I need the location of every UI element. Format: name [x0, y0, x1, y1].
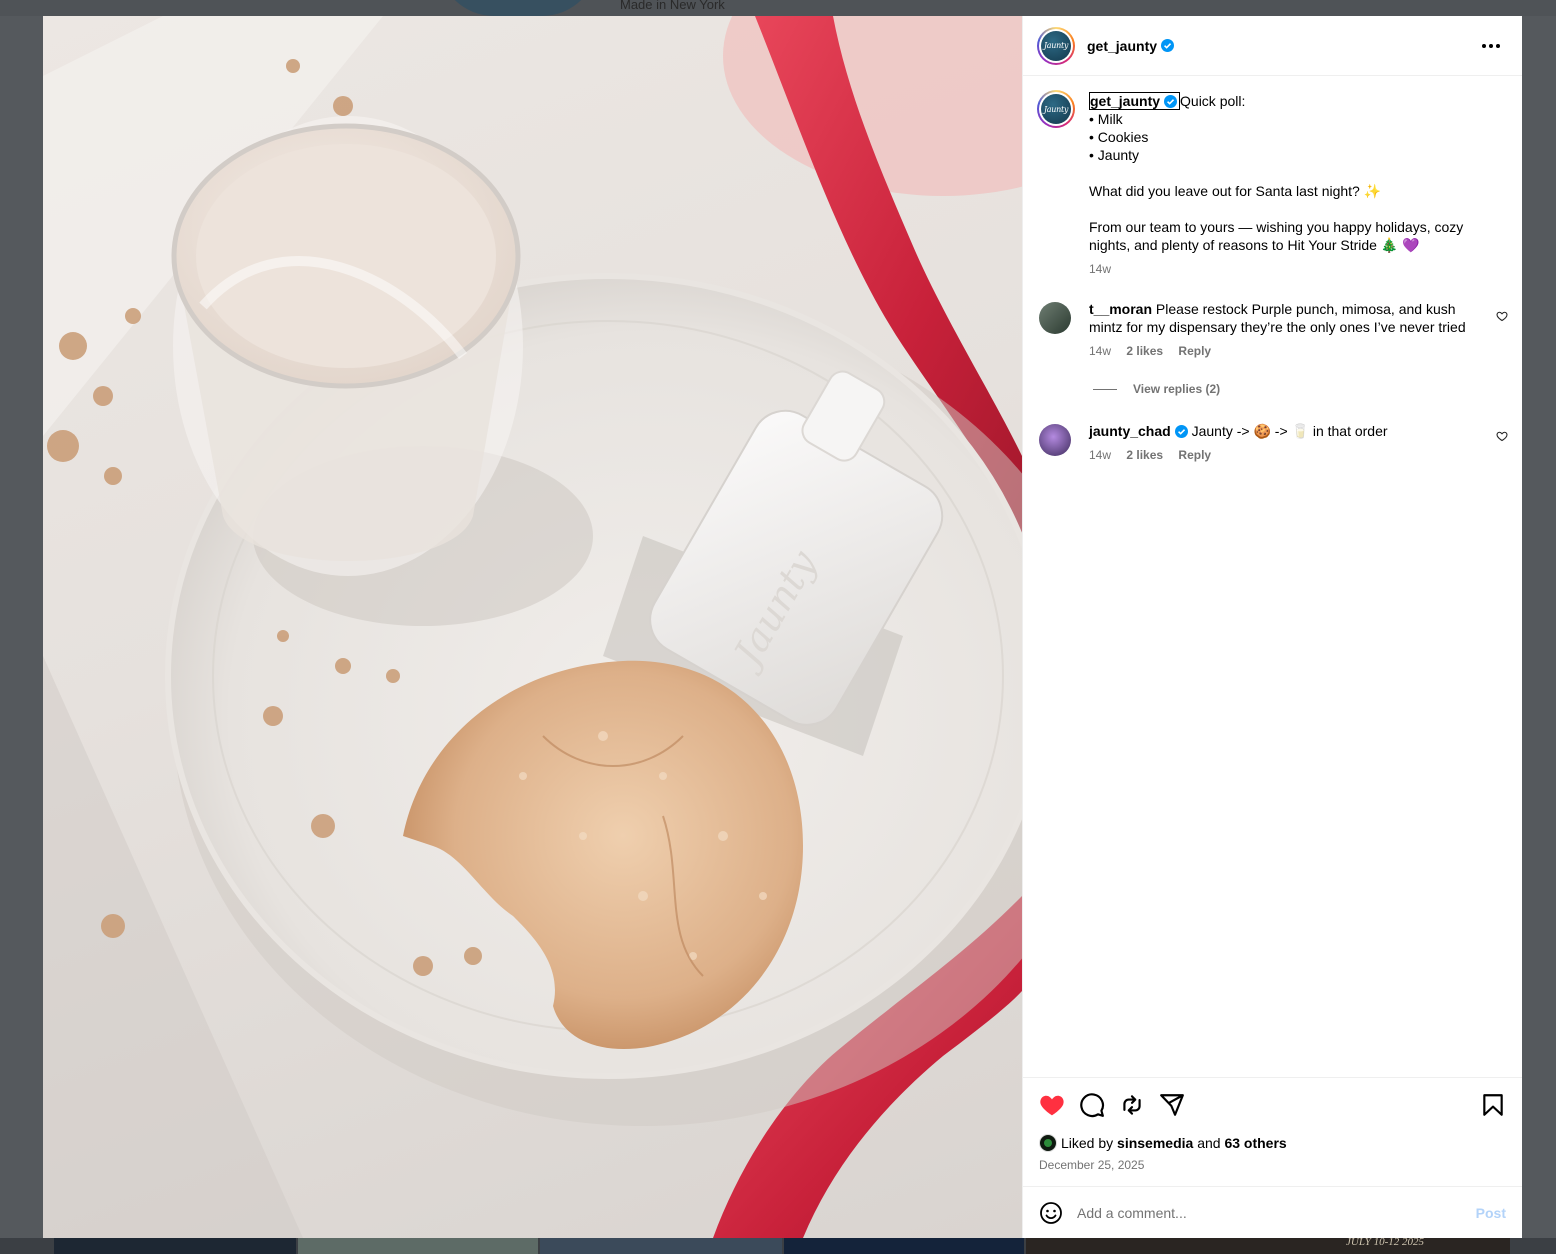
verified-badge-icon — [1161, 39, 1175, 52]
like-comment-icon[interactable] — [1496, 430, 1508, 442]
caption-username[interactable]: get_jaunty — [1089, 92, 1181, 110]
comment-time[interactable]: 14w — [1089, 448, 1111, 462]
caption-avatar[interactable]: Jaunty — [1037, 90, 1075, 128]
liked-by-prefix: Liked by — [1061, 1135, 1114, 1151]
caption-line: • Cookies — [1089, 129, 1149, 145]
reply-button[interactable]: Reply — [1178, 448, 1211, 462]
commenter-username[interactable]: t__moran — [1089, 301, 1152, 317]
jaunty-logo: Jaunty — [1041, 94, 1071, 124]
post-photo: Jaunty — [43, 16, 1022, 1238]
more-options-icon[interactable] — [1476, 38, 1506, 54]
author-avatar[interactable]: Jaunty — [1037, 26, 1075, 65]
comment-likes[interactable]: 2 likes — [1126, 448, 1163, 462]
comment-text: Jaunty -> 🍪 -> 🥛 in that order — [1191, 423, 1388, 439]
background-thumbnail — [298, 1238, 538, 1254]
reply-button[interactable]: Reply — [1178, 344, 1211, 358]
commenter-username[interactable]: jaunty_chad — [1089, 423, 1188, 439]
share-icon[interactable] — [1159, 1092, 1185, 1118]
verified-badge-icon — [1174, 425, 1188, 438]
commenter-avatar[interactable] — [1039, 302, 1071, 334]
caption-line: What did you leave out for Santa last ni… — [1089, 183, 1382, 199]
caption-line: From our team to yours — wishing you hap… — [1089, 219, 1464, 253]
emoji-icon[interactable] — [1039, 1201, 1063, 1225]
like-comment-icon[interactable] — [1496, 310, 1508, 322]
replies-divider — [1093, 388, 1117, 390]
verified-badge-icon — [1164, 95, 1178, 108]
commenter-avatar[interactable] — [1039, 424, 1071, 456]
comment-meta: 14w 2 likes Reply — [1089, 342, 1474, 360]
caption-body: get_jaunty Quick poll: • Milk • Cookies •… — [1089, 92, 1479, 278]
post-header: Jaunty get_jaunty — [1023, 16, 1522, 76]
post-comment-button[interactable]: Post — [1476, 1205, 1506, 1221]
background-thumbnail — [54, 1238, 296, 1254]
comment-body: jaunty_chad Jaunty -> 🍪 -> 🥛 in that ord… — [1089, 422, 1474, 464]
comments-list: Jaunty get_jaunty Quick poll: • Milk • Co… — [1023, 76, 1522, 1077]
liked-by-others[interactable]: 63 others — [1224, 1135, 1286, 1151]
post-side-panel: Jaunty get_jaunty Jaunty get_jaunty Quick… — [1022, 16, 1522, 1238]
comment-time[interactable]: 14w — [1089, 344, 1111, 358]
comment-meta: 14w 2 likes Reply — [1089, 446, 1474, 464]
caption: Jaunty get_jaunty Quick poll: • Milk • Co… — [1037, 90, 1508, 278]
author-username[interactable]: get_jaunty — [1087, 38, 1157, 54]
caption-line: • Milk — [1089, 111, 1123, 127]
liked-by: Liked by sinsemedia and 63 others — [1039, 1134, 1506, 1152]
background-page-top — [0, 0, 1556, 16]
caption-line: • Jaunty — [1089, 147, 1140, 163]
post-date[interactable]: December 25, 2025 — [1039, 1158, 1506, 1172]
heart-filled-icon[interactable] — [1039, 1092, 1065, 1118]
comment-icon[interactable] — [1079, 1092, 1105, 1118]
liker-avatar[interactable] — [1039, 1134, 1057, 1152]
background-thumbnail — [784, 1238, 1024, 1254]
jaunty-logo: Jaunty — [1041, 30, 1071, 61]
caption-time[interactable]: 14w — [1089, 262, 1111, 276]
photo-illustration: Jaunty — [43, 16, 1022, 1238]
view-replies-label: View replies (2) — [1133, 382, 1221, 396]
caption-meta: 14w — [1089, 260, 1479, 278]
post-actions: Liked by sinsemedia and 63 others Decemb… — [1023, 1077, 1522, 1186]
background-thumbnail — [1026, 1238, 1510, 1254]
background-thumbnail — [540, 1238, 782, 1254]
liked-by-conj: and — [1197, 1135, 1221, 1151]
caption-line: Quick poll: — [1180, 93, 1246, 109]
bookmark-icon[interactable] — [1480, 1092, 1506, 1118]
action-icons — [1039, 1090, 1506, 1120]
comment-item: jaunty_chad Jaunty -> 🍪 -> 🥛 in that ord… — [1037, 422, 1508, 464]
comment-input[interactable] — [1077, 1204, 1476, 1221]
liker-username[interactable]: sinsemedia — [1117, 1135, 1193, 1151]
background-profile-location: Made in New York — [620, 0, 725, 12]
comment-body: t__moran Please restock Purple punch, mi… — [1089, 300, 1474, 360]
comment-item: t__moran Please restock Purple punch, mi… — [1037, 300, 1508, 360]
comment-likes[interactable]: 2 likes — [1126, 344, 1163, 358]
view-replies-button[interactable]: View replies (2) — [1093, 382, 1508, 396]
repost-icon[interactable] — [1119, 1092, 1145, 1118]
post-modal: Jaunty Jaunty get_jaunty Jaunty get_jaun… — [43, 16, 1522, 1238]
add-comment-bar: Post — [1023, 1186, 1522, 1238]
